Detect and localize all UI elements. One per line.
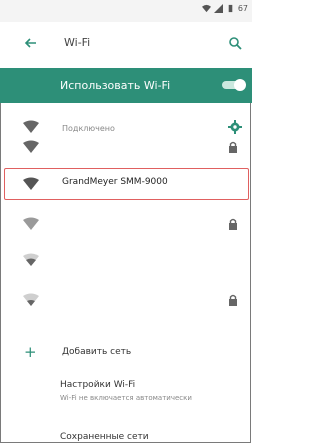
app-bar: Wi-Fi bbox=[0, 22, 252, 68]
network-row[interactable] bbox=[0, 289, 252, 311]
saved-networks-item[interactable]: Сохраненные сети bbox=[0, 430, 252, 444]
add-network-label: Добавить сеть bbox=[62, 347, 132, 357]
wifi-signal-icon bbox=[23, 253, 39, 266]
network-status: Подключено bbox=[62, 124, 115, 133]
switch-thumb bbox=[234, 79, 246, 91]
battery-icon bbox=[228, 4, 233, 13]
wifi-toggle-bar[interactable]: Использовать Wi-Fi bbox=[0, 68, 252, 103]
lock-icon bbox=[229, 218, 237, 230]
wifi-status-icon bbox=[201, 4, 211, 13]
page-title: Wi-Fi bbox=[64, 36, 91, 49]
wifi-signal-icon bbox=[23, 293, 39, 306]
signal-icon bbox=[213, 4, 223, 13]
lock-icon bbox=[229, 294, 237, 306]
wifi-toggle-label: Использовать Wi-Fi bbox=[60, 79, 171, 92]
wifi-signal-icon bbox=[23, 120, 39, 133]
wifi-switch[interactable] bbox=[222, 79, 246, 91]
plus-icon: + bbox=[24, 343, 37, 361]
network-row[interactable] bbox=[0, 249, 252, 271]
wifi-settings-subtitle: Wi-Fi не включается автоматически bbox=[60, 394, 192, 402]
status-icons: 67 bbox=[201, 4, 248, 13]
wifi-settings-title: Настройки Wi-Fi bbox=[60, 380, 136, 390]
wifi-signal-icon bbox=[23, 177, 39, 190]
network-row-selected[interactable]: GrandMeyer SMM-9000 bbox=[0, 168, 252, 200]
wifi-settings-item[interactable]: Настройки Wi-Fi Wi-Fi не включается авто… bbox=[0, 380, 252, 420]
battery-text: 67 bbox=[237, 4, 248, 13]
network-name: GrandMeyer SMM-9000 bbox=[62, 177, 168, 187]
wifi-signal-icon bbox=[23, 140, 39, 153]
back-arrow-icon[interactable] bbox=[23, 35, 39, 51]
status-bar: 67 bbox=[0, 0, 252, 22]
add-network-button[interactable]: + Добавить сеть bbox=[0, 341, 252, 369]
saved-networks-label: Сохраненные сети bbox=[60, 432, 149, 442]
network-row[interactable] bbox=[0, 136, 252, 158]
gear-icon[interactable] bbox=[228, 120, 242, 134]
lock-icon bbox=[229, 141, 237, 153]
wifi-signal-icon bbox=[23, 217, 39, 230]
search-icon[interactable] bbox=[228, 36, 242, 50]
network-row[interactable] bbox=[0, 213, 252, 235]
